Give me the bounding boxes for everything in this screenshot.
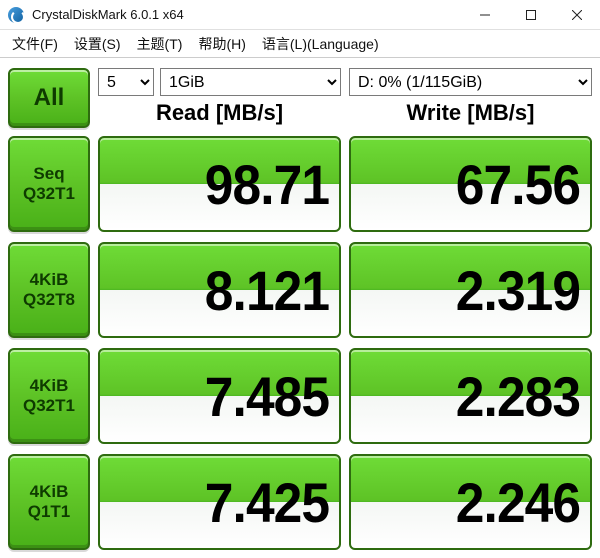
header-read: Read [MB/s] xyxy=(98,100,341,126)
minimize-icon xyxy=(480,10,490,20)
top-row: All 5 1GiB Read [MB/s] D: 0% (1/115GiB) … xyxy=(8,68,592,128)
result-value: 2.319 xyxy=(456,258,580,323)
maximize-button[interactable] xyxy=(508,0,554,29)
result-value: 98.71 xyxy=(205,152,329,217)
window-title: CrystalDiskMark 6.0.1 x64 xyxy=(32,7,462,22)
result-value: 7.485 xyxy=(205,364,329,429)
result-value: 7.425 xyxy=(205,470,329,535)
result-value: 67.56 xyxy=(456,152,580,217)
result-value: 8.121 xyxy=(205,258,329,323)
close-icon xyxy=(572,10,582,20)
result-seq-read: 98.71 xyxy=(98,136,341,232)
menu-file[interactable]: 文件(F) xyxy=(4,30,66,58)
test-label-line1: 4KiB xyxy=(30,270,69,290)
test-button-4k-q1t1[interactable]: 4KiB Q1T1 xyxy=(8,454,90,550)
result-4k-q1t1-read: 7.425 xyxy=(98,454,341,550)
left-config-col: 5 1GiB Read [MB/s] xyxy=(98,68,341,126)
test-label-line2: Q32T1 xyxy=(23,184,75,204)
result-4k-q32t1-read: 7.485 xyxy=(98,348,341,444)
test-label-line1: 4KiB xyxy=(30,376,69,396)
test-label-line1: 4KiB xyxy=(30,482,69,502)
test-button-4k-q32t1[interactable]: 4KiB Q32T1 xyxy=(8,348,90,444)
menu-language[interactable]: 语言(L)(Language) xyxy=(254,30,387,58)
maximize-icon xyxy=(526,10,536,20)
test-label-line2: Q1T1 xyxy=(28,502,71,522)
test-label-line2: Q32T1 xyxy=(23,396,75,416)
result-4k-q1t1-write: 2.246 xyxy=(349,454,592,550)
menu-settings[interactable]: 设置(S) xyxy=(66,30,129,58)
result-value: 2.283 xyxy=(456,364,580,429)
benchmark-grid: Seq Q32T1 98.71 67.56 4KiB Q32T8 8.121 2… xyxy=(8,136,592,550)
size-select[interactable]: 1GiB xyxy=(160,68,341,96)
right-config-col: D: 0% (1/115GiB) Write [MB/s] xyxy=(349,68,592,126)
run-all-button[interactable]: All xyxy=(8,68,90,128)
menubar: 文件(F) 设置(S) 主题(T) 帮助(H) 语言(L)(Language) xyxy=(0,30,600,58)
runs-select[interactable]: 5 xyxy=(98,68,154,96)
result-value: 2.246 xyxy=(456,470,580,535)
test-label-line1: Seq xyxy=(33,164,64,184)
result-seq-write: 67.56 xyxy=(349,136,592,232)
header-write: Write [MB/s] xyxy=(349,100,592,126)
minimize-button[interactable] xyxy=(462,0,508,29)
drive-select[interactable]: D: 0% (1/115GiB) xyxy=(349,68,592,96)
result-4k-q32t8-read: 8.121 xyxy=(98,242,341,338)
menu-theme[interactable]: 主题(T) xyxy=(129,30,191,58)
result-4k-q32t8-write: 2.319 xyxy=(349,242,592,338)
menu-help[interactable]: 帮助(H) xyxy=(190,30,253,58)
test-label-line2: Q32T8 xyxy=(23,290,75,310)
main-panel: All 5 1GiB Read [MB/s] D: 0% (1/115GiB) … xyxy=(0,58,600,558)
config-selects: 5 1GiB xyxy=(98,68,341,96)
app-icon xyxy=(8,7,24,23)
test-button-seq-q32t1[interactable]: Seq Q32T1 xyxy=(8,136,90,232)
test-button-4k-q32t8[interactable]: 4KiB Q32T8 xyxy=(8,242,90,338)
result-4k-q32t1-write: 2.283 xyxy=(349,348,592,444)
window-controls xyxy=(462,0,600,29)
close-button[interactable] xyxy=(554,0,600,29)
window-titlebar: CrystalDiskMark 6.0.1 x64 xyxy=(0,0,600,30)
drive-select-row: D: 0% (1/115GiB) xyxy=(349,68,592,96)
